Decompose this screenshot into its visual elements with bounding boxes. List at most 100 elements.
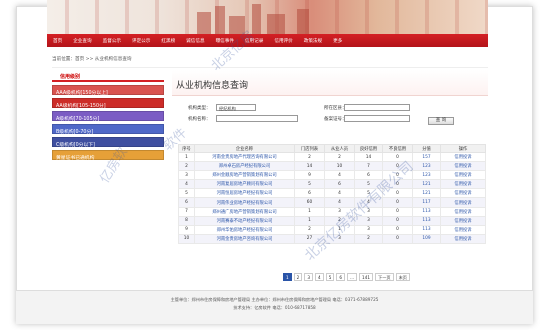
- column-header: 门店列表: [294, 144, 325, 153]
- table-cell: 117: [412, 197, 441, 208]
- company-link[interactable]: 郑州通广房地产营销策划有限公司: [194, 206, 295, 217]
- column-header: 序号: [178, 144, 195, 153]
- table-cell: 14: [354, 151, 383, 163]
- table-cell: 5: [294, 179, 325, 190]
- table-cell: 6: [354, 170, 383, 181]
- company-link[interactable]: 河南复居房地产顾问有限公司: [194, 179, 295, 190]
- complaint-link[interactable]: 信用投诉: [440, 151, 486, 163]
- table-cell: 0: [382, 233, 413, 244]
- page-button[interactable]: 141: [359, 273, 374, 281]
- sidebar-item[interactable]: C级机构[0分以下]: [52, 137, 164, 148]
- complaint-link[interactable]: 信用投诉: [440, 197, 486, 208]
- table-cell: 1: [178, 151, 195, 163]
- page-button[interactable]: 5: [325, 273, 335, 281]
- company-link[interactable]: 河南恒居房地产经纪有限公司: [194, 188, 295, 199]
- page-button[interactable]: 2: [293, 273, 303, 281]
- sidebar-item[interactable]: AA级机构[105-150分]: [52, 98, 164, 109]
- name-label: 机构名称：: [188, 117, 211, 122]
- complaint-link[interactable]: 信用投诉: [440, 233, 486, 244]
- table-cell: 0: [382, 206, 413, 217]
- company-link[interactable]: 河南金贵房地产代理咨询有限公司: [194, 151, 295, 163]
- nav-item[interactable]: 政策法规: [304, 38, 322, 44]
- cert-input[interactable]: [344, 115, 410, 122]
- complaint-link[interactable]: 信用投诉: [440, 170, 486, 181]
- table-cell: 0: [382, 197, 413, 208]
- table-cell: 5: [178, 188, 195, 199]
- complaint-link[interactable]: 信用投诉: [440, 179, 486, 190]
- query-button[interactable]: 查 询: [428, 117, 454, 125]
- complaint-link[interactable]: 信用投诉: [440, 224, 486, 235]
- table-cell: 4: [324, 170, 355, 181]
- table-cell: 4: [324, 197, 355, 208]
- company-link[interactable]: 郑州金顺房地产营销策划有限公司: [194, 170, 295, 181]
- nav-item[interactable]: 监督公示: [103, 38, 121, 44]
- table-cell: 2: [354, 233, 383, 244]
- nav-item[interactable]: 信用评价: [274, 38, 292, 44]
- sidebar-item[interactable]: B级机构[0-70分]: [52, 124, 164, 135]
- nav-item[interactable]: 红黑榜: [161, 38, 175, 44]
- table-row: 5 河南恒居房地产经纪有限公司 6 4 5 0 121 信用投诉: [178, 188, 486, 199]
- table-cell: 7: [178, 206, 195, 217]
- table-cell: 14: [294, 161, 325, 172]
- nav-item[interactable]: 诚信信息: [186, 38, 204, 44]
- type-select[interactable]: 经纪机构: [216, 104, 256, 111]
- nav-item[interactable]: 曝信事件: [216, 38, 234, 44]
- table-cell: 6: [324, 179, 355, 190]
- pagination: 1 2 3 4 5 6... 141 下一页 末页: [283, 273, 410, 281]
- table-cell: 27: [294, 233, 325, 244]
- divider: [52, 67, 488, 68]
- nav-item[interactable]: 首页: [53, 38, 62, 44]
- complaint-link[interactable]: 信用投诉: [440, 206, 486, 217]
- table-cell: 9: [178, 224, 195, 235]
- complaint-link[interactable]: 信用投诉: [440, 188, 486, 199]
- table-cell: 1: [294, 215, 325, 226]
- name-input[interactable]: [216, 115, 298, 122]
- results-table: 序号 企业名称 门店列表 从业人员 良好信用 不良信用 分值 操作 1 河南金贵房地产代理咨询有…: [178, 144, 486, 244]
- table-cell: 0: [382, 161, 413, 172]
- sidebar-item[interactable]: A级机构[70-105分]: [52, 111, 164, 122]
- sidebar-item[interactable]: 黄星证书已通机构: [52, 150, 164, 161]
- table-row: 3 郑州金顺房地产营销策划有限公司 9 4 6 0 123 信用投诉: [178, 170, 486, 181]
- company-link[interactable]: 河南赛泰不动产经纪有限公司: [194, 215, 295, 226]
- region-select[interactable]: [344, 104, 410, 111]
- table-cell: 113: [412, 224, 441, 235]
- page-button[interactable]: 末页: [395, 273, 410, 281]
- company-link[interactable]: 河南伟业房地产经纪有限公司: [194, 197, 295, 208]
- company-link[interactable]: 郑州华佑房地产经纪有限公司: [194, 224, 295, 235]
- column-header: 良好信用: [354, 144, 383, 153]
- table-cell: 2: [178, 161, 195, 172]
- nav-item[interactable]: 企业查询: [73, 38, 91, 44]
- table-row: 8 河南赛泰不动产经纪有限公司 1 2 3 0 113 信用投诉: [178, 215, 486, 226]
- table-cell: 2: [294, 151, 325, 163]
- page-button[interactable]: 6: [336, 273, 346, 281]
- page-button[interactable]: 1: [283, 273, 292, 281]
- page-button[interactable]: 下一页: [375, 273, 394, 281]
- footer-line-2: 技术支持：亿房软件 电话：010-68717858: [233, 305, 316, 310]
- table-cell: 0: [382, 188, 413, 199]
- table-cell: 4: [354, 197, 383, 208]
- nav-item[interactable]: 更多: [333, 38, 342, 44]
- table-row: 10 河南金贵房地产咨询有限公司 27 3 2 0 109 信用投诉: [178, 233, 486, 244]
- page-button[interactable]: 4: [315, 273, 324, 281]
- nav-item[interactable]: 评定公示: [132, 38, 150, 44]
- table-cell: 2: [324, 151, 355, 163]
- page-button: ...: [347, 273, 358, 281]
- table-cell: 0: [382, 224, 413, 235]
- complaint-link[interactable]: 信用投诉: [440, 161, 486, 172]
- table-cell: 109: [412, 233, 441, 244]
- sidebar-item[interactable]: AAA级机构[150分以上]: [52, 85, 164, 96]
- footer: 主管单位：郑州市住房保障和房地产管理局 主办单位：郑州市住房保障和房地产管理局 …: [16, 290, 533, 324]
- complaint-link[interactable]: 信用投诉: [440, 215, 486, 226]
- table-cell: 121: [412, 179, 441, 190]
- table-cell: 3: [354, 224, 383, 235]
- company-link[interactable]: 河南金贵房地产咨询有限公司: [194, 233, 295, 244]
- table-cell: 9: [294, 170, 325, 181]
- table-cell: 4: [178, 179, 195, 190]
- nav-item[interactable]: 信用记录: [245, 38, 263, 44]
- column-header: 分值: [412, 144, 441, 153]
- table-row: 4 河南复居房地产顾问有限公司 5 6 5 0 121 信用投诉: [178, 179, 486, 190]
- column-header: 企业名称: [194, 144, 295, 153]
- page-button[interactable]: 3: [304, 273, 314, 281]
- company-link[interactable]: 郑州卓石房产经纪有限公司: [194, 161, 295, 172]
- table-cell: 60: [294, 197, 325, 208]
